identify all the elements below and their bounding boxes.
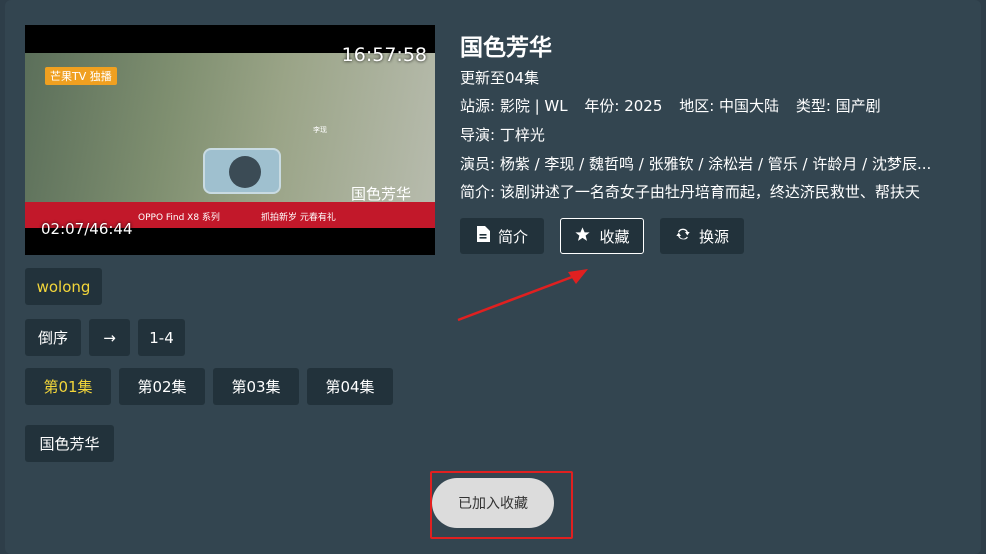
ad-text-left: OPPO Find X8 系列 — [138, 213, 220, 223]
episode-button[interactable]: 第03集 — [213, 368, 299, 405]
annotation-arrow-icon — [457, 269, 588, 322]
episode-button[interactable]: 第04集 — [307, 368, 393, 405]
video-frame: 芒果TV 独播 李现 OPPO Find X8 系列 抓拍新岁 元春有礼 国色芳… — [25, 53, 435, 228]
star-icon — [574, 226, 591, 247]
region-value: 中国大陆 — [719, 97, 780, 115]
year-value: 2025 — [624, 97, 663, 115]
show-watermark: 国色芳华 — [350, 185, 411, 203]
intro-line: 简介: 该剧讲述了一名奇女子由牡丹培育而起，终达济民救世、帮扶天 — [460, 183, 920, 201]
refresh-icon — [675, 226, 691, 246]
playback-progress: 02:07/46:44 — [41, 220, 133, 238]
type-value: 国产剧 — [835, 97, 881, 115]
cast-line: 演员: 杨紫 / 李现 / 魏哲鸣 / 张雅钦 / 涂松岩 / 管乐 / 许龄月… — [460, 155, 932, 173]
ad-text-right: 抓拍新岁 元春有礼 — [261, 213, 336, 223]
clock: 16:57:58 — [341, 44, 427, 66]
source-value: 影院 | WL — [499, 97, 568, 115]
show-title: 国色芳华 — [460, 35, 552, 61]
annotation-highlight-box — [430, 471, 573, 539]
channel-logo: 芒果TV 独播 — [45, 67, 117, 85]
switch-source-button-label: 换源 — [698, 227, 729, 246]
collect-button-label: 收藏 — [599, 227, 630, 246]
collect-button[interactable]: 收藏 — [560, 218, 644, 254]
director-line: 导演: 丁梓光 — [460, 126, 545, 144]
video-player[interactable]: 芒果TV 独播 李现 OPPO Find X8 系列 抓拍新岁 元春有礼 国色芳… — [25, 25, 435, 255]
episode-button[interactable]: 第01集 — [25, 368, 111, 405]
document-icon — [476, 226, 490, 246]
playlist-button[interactable]: 国色芳华 — [25, 425, 114, 462]
switch-source-button[interactable]: 换源 — [660, 218, 744, 254]
video-caption: 李现 — [313, 126, 327, 134]
episode-button[interactable]: 第02集 — [119, 368, 205, 405]
arrow-right-icon[interactable]: → — [89, 319, 130, 356]
source-label: 站源: — [460, 97, 500, 115]
update-status: 更新至04集 — [460, 69, 540, 87]
region-label: 地区: — [679, 97, 720, 115]
intro-button[interactable]: 简介 — [460, 218, 544, 254]
intro-button-label: 简介 — [497, 227, 528, 246]
reverse-order-button[interactable]: 倒序 — [25, 319, 81, 356]
meta-line: 站源: 影院 | WL 年份: 2025 地区: 中国大陆 类型: 国产剧 — [460, 95, 881, 116]
year-label: 年份: — [584, 97, 625, 115]
type-label: 类型: — [795, 97, 836, 115]
episode-range-button[interactable]: 1-4 — [138, 319, 185, 356]
source-tab-wolong[interactable]: wolong — [25, 268, 102, 305]
phone-image — [203, 148, 281, 194]
